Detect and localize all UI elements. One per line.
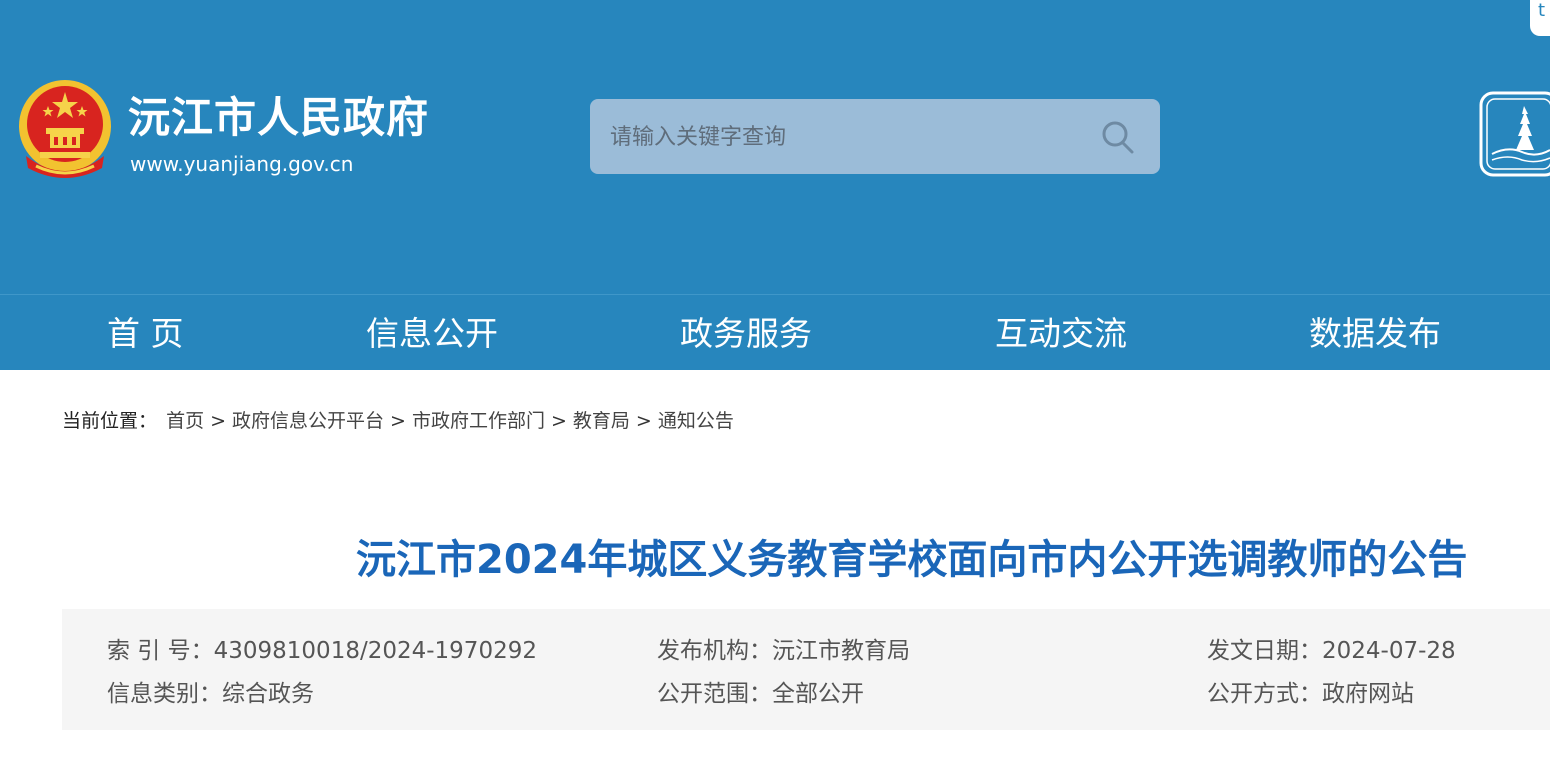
article-meta-panel: 索 引 号：4309810018/2024-1970292 发布机构：沅江市教育… (62, 609, 1550, 730)
meta-method-label: 公开方式： (1207, 681, 1322, 707)
meta-scope-value: 全部公开 (772, 681, 864, 707)
article-title: 沅江市2024年城区义务教育学校面向市内公开选调教师的公告 (356, 537, 1468, 583)
main-nav: 首 页 信息公开 政务服务 互动交流 数据发布 (0, 294, 1550, 370)
nav-item-interaction[interactable]: 互动交流 (995, 295, 1127, 371)
meta-scope-label: 公开范围： (657, 681, 772, 707)
meta-index-no: 索 引 号：4309810018/2024-1970292 (107, 635, 537, 667)
corner-tab-label: t (1538, 0, 1546, 21)
nav-item-government-services[interactable]: 政务服务 (680, 295, 812, 371)
site-url[interactable]: www.yuanjiang.gov.cn (130, 150, 353, 178)
breadcrumb-separator: > (550, 410, 567, 432)
nav-item-info-disclosure[interactable]: 信息公开 (366, 295, 498, 371)
meta-date: 发文日期：2024-07-28 (1207, 635, 1456, 667)
meta-method: 公开方式：政府网站 (1207, 678, 1414, 710)
breadcrumb-label: 当前位置： (62, 410, 158, 432)
breadcrumb-home[interactable]: 首页 (166, 410, 204, 432)
search-box (590, 99, 1160, 174)
nav-item-data-release[interactable]: 数据发布 (1309, 295, 1441, 371)
nav-item-home[interactable]: 首 页 (107, 295, 184, 371)
meta-date-value: 2024-07-28 (1322, 638, 1456, 664)
breadcrumb-separator: > (635, 410, 652, 432)
national-emblem-icon[interactable] (16, 76, 114, 182)
meta-publisher: 发布机构：沅江市教育局 (657, 635, 910, 667)
breadcrumb-gov-info-platform[interactable]: 政府信息公开平台 (232, 410, 384, 432)
meta-date-label: 发文日期： (1207, 638, 1322, 664)
site-header: 沅江市人民政府 www.yuanjiang.gov.cn t (0, 0, 1550, 294)
breadcrumb-education-bureau[interactable]: 教育局 (573, 410, 630, 432)
breadcrumb-separator: > (210, 410, 226, 432)
site-name[interactable]: 沅江市人民政府 (128, 90, 429, 146)
breadcrumb: 当前位置： 首页 > 政府信息公开平台 > 市政府工作部门 > 教育局 > 通知公告 (62, 406, 737, 436)
breadcrumb-separator: > (390, 410, 406, 432)
meta-scope: 公开范围：全部公开 (657, 678, 864, 710)
meta-category-label: 信息类别： (107, 681, 222, 707)
city-stamp-icon (1479, 91, 1550, 177)
corner-tab[interactable]: t (1530, 0, 1550, 36)
meta-publisher-value: 沅江市教育局 (772, 638, 910, 664)
breadcrumb-notices[interactable]: 通知公告 (658, 410, 734, 432)
meta-category-value: 综合政务 (222, 681, 314, 707)
meta-index-no-label: 索 引 号： (107, 638, 214, 664)
search-icon[interactable] (1100, 117, 1136, 157)
breadcrumb-city-departments[interactable]: 市政府工作部门 (412, 410, 545, 432)
meta-index-no-value: 4309810018/2024-1970292 (213, 638, 537, 664)
meta-category: 信息类别：综合政务 (107, 678, 314, 710)
meta-method-value: 政府网站 (1322, 681, 1414, 707)
search-input[interactable] (610, 117, 1080, 157)
meta-publisher-label: 发布机构： (657, 638, 772, 664)
